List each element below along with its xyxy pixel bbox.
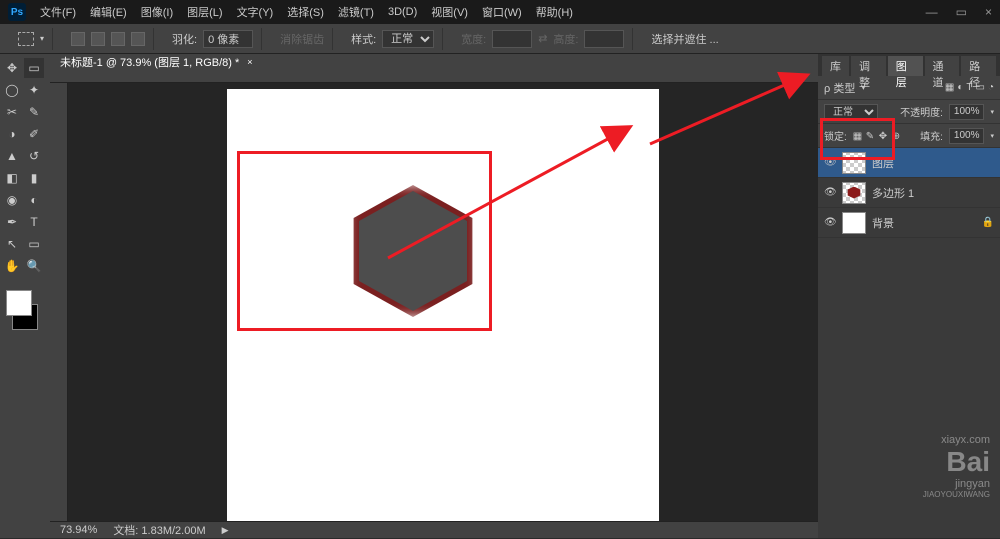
width-input: [492, 30, 532, 48]
blur-tool[interactable]: ◉: [2, 190, 22, 210]
height-input: [584, 30, 624, 48]
new-selection-icon[interactable]: [71, 32, 85, 46]
hexagon-shape: [343, 181, 483, 321]
width-label: 宽度:: [461, 31, 486, 47]
swap-icon: ⇄: [538, 32, 547, 45]
path-tool[interactable]: ↖: [2, 234, 22, 254]
layer-filter-dropdown[interactable]: ρ 类型: [824, 80, 855, 96]
wand-tool[interactable]: ✦: [24, 80, 44, 100]
fill-label: 填充:: [920, 128, 943, 143]
healing-tool[interactable]: ◑: [2, 124, 22, 144]
antialias-checkbox: 消除锯齿: [280, 31, 324, 47]
layer-row[interactable]: 👁 多边形 1: [818, 178, 1000, 208]
crop-tool[interactable]: ✂: [2, 102, 22, 122]
layer-thumbnail[interactable]: [842, 182, 866, 204]
titlebar: Ps 文件(F) 编辑(E) 图像(I) 图层(L) 文字(Y) 选择(S) 滤…: [0, 0, 1000, 24]
color-swatch[interactable]: [2, 290, 42, 330]
menu-image[interactable]: 图像(I): [141, 4, 173, 20]
menu-edit[interactable]: 编辑(E): [90, 4, 127, 20]
brush-tool[interactable]: ✐: [24, 124, 44, 144]
style-dropdown[interactable]: 正常: [382, 30, 434, 48]
canvas-area: 未标题-1 @ 73.9% (图层 1, RGB/8) * ×: [50, 54, 818, 538]
close-icon[interactable]: ×: [985, 5, 992, 19]
tool-palette: ✥ ▭ ◯ ✦ ✂ ✎ ◑ ✐ ▲ ↺ ◧ ▮ ◉ ◐ ✒ T ↖ ▭ ✋ 🔍: [0, 54, 50, 538]
stamp-tool[interactable]: ▲: [2, 146, 22, 166]
filter-shape-icon[interactable]: ▭: [976, 82, 985, 93]
maximize-icon[interactable]: ▭: [956, 5, 967, 19]
filter-pixel-icon[interactable]: ▦: [945, 82, 954, 93]
canvas-viewport[interactable]: [68, 83, 818, 521]
close-tab-icon[interactable]: ×: [247, 57, 252, 67]
filter-adjust-icon[interactable]: ◐: [957, 82, 963, 93]
menu-type[interactable]: 文字(Y): [237, 4, 274, 20]
subtract-selection-icon[interactable]: [111, 32, 125, 46]
app-logo: Ps: [8, 3, 26, 21]
tab-paths[interactable]: 路径: [961, 56, 996, 76]
layer-name[interactable]: 多边形 1: [872, 185, 914, 201]
minimize-icon[interactable]: —: [926, 5, 938, 19]
lock-icon: 🔒: [982, 217, 994, 228]
panel-tabs: 库 调整 图层 通道 路径: [818, 54, 1000, 76]
hand-tool[interactable]: ✋: [2, 256, 22, 276]
height-label: 高度:: [553, 31, 578, 47]
layer-row[interactable]: 👁 背景 🔒: [818, 208, 1000, 238]
eyedropper-tool[interactable]: ✎: [24, 102, 44, 122]
menu-filter[interactable]: 滤镜(T): [338, 4, 374, 20]
menu-file[interactable]: 文件(F): [40, 4, 76, 20]
tab-channels[interactable]: 通道: [925, 56, 960, 76]
refine-edge-button[interactable]: 选择并遮住 ...: [651, 31, 718, 47]
marquee-tool-icon[interactable]: [18, 32, 34, 46]
options-bar: ▾ 羽化: 消除锯齿 样式: 正常 宽度: ⇄ 高度: 选择并遮住 ...: [0, 24, 1000, 54]
doc-info[interactable]: 文档: 1.83M/2.00M: [113, 522, 205, 538]
move-tool[interactable]: ✥: [2, 58, 22, 78]
history-brush-tool[interactable]: ↺: [24, 146, 44, 166]
opacity-label: 不透明度:: [900, 104, 943, 119]
layer-name[interactable]: 背景: [872, 215, 894, 231]
layer-thumbnail[interactable]: [842, 212, 866, 234]
menu-layer[interactable]: 图层(L): [187, 4, 222, 20]
fill-value[interactable]: 100%: [949, 128, 985, 144]
menu-window[interactable]: 窗口(W): [482, 4, 522, 20]
menu-view[interactable]: 视图(V): [431, 4, 468, 20]
intersect-selection-icon[interactable]: [131, 32, 145, 46]
zoom-tool[interactable]: 🔍: [24, 256, 44, 276]
status-arrow-icon[interactable]: ▶: [222, 525, 229, 536]
tab-adjustments[interactable]: 调整: [851, 56, 886, 76]
add-selection-icon[interactable]: [91, 32, 105, 46]
pen-tool[interactable]: ✒: [2, 212, 22, 232]
document-tab[interactable]: 未标题-1 @ 73.9% (图层 1, RGB/8) * ×: [50, 54, 818, 70]
visibility-toggle-icon[interactable]: 👁: [824, 217, 836, 228]
annotation-rect-panel: [820, 118, 895, 160]
menu-select[interactable]: 选择(S): [287, 4, 324, 20]
layer-list: 👁 图层 👁 多边形 1 👁 背景 🔒: [818, 148, 1000, 538]
type-tool[interactable]: T: [24, 212, 44, 232]
tab-library[interactable]: 库: [822, 56, 849, 76]
filter-smart-icon[interactable]: ◔: [988, 82, 994, 93]
gradient-tool[interactable]: ▮: [24, 168, 44, 188]
tab-layers[interactable]: 图层: [888, 56, 923, 76]
dodge-tool[interactable]: ◐: [24, 190, 44, 210]
visibility-toggle-icon[interactable]: 👁: [824, 187, 836, 198]
horizontal-ruler[interactable]: [50, 70, 818, 83]
marquee-tool[interactable]: ▭: [24, 58, 44, 78]
lasso-tool[interactable]: ◯: [2, 80, 22, 100]
eraser-tool[interactable]: ◧: [2, 168, 22, 188]
opacity-value[interactable]: 100%: [949, 104, 985, 120]
zoom-level[interactable]: 73.94%: [60, 524, 97, 536]
filter-type-icon[interactable]: T: [966, 82, 972, 93]
foreground-color[interactable]: [6, 290, 32, 316]
document-tab-title: 未标题-1 @ 73.9% (图层 1, RGB/8) *: [60, 54, 239, 70]
chevron-down-icon[interactable]: ▾: [40, 34, 44, 43]
feather-label: 羽化:: [172, 31, 197, 47]
feather-input[interactable]: [203, 30, 253, 48]
menu-help[interactable]: 帮助(H): [536, 4, 573, 20]
vertical-ruler[interactable]: [50, 83, 68, 521]
canvas[interactable]: [227, 89, 659, 521]
menu-3d[interactable]: 3D(D): [388, 6, 417, 18]
shape-tool[interactable]: ▭: [24, 234, 44, 254]
status-bar: 73.94% 文档: 1.83M/2.00M ▶: [50, 521, 818, 538]
style-label: 样式:: [351, 31, 376, 47]
